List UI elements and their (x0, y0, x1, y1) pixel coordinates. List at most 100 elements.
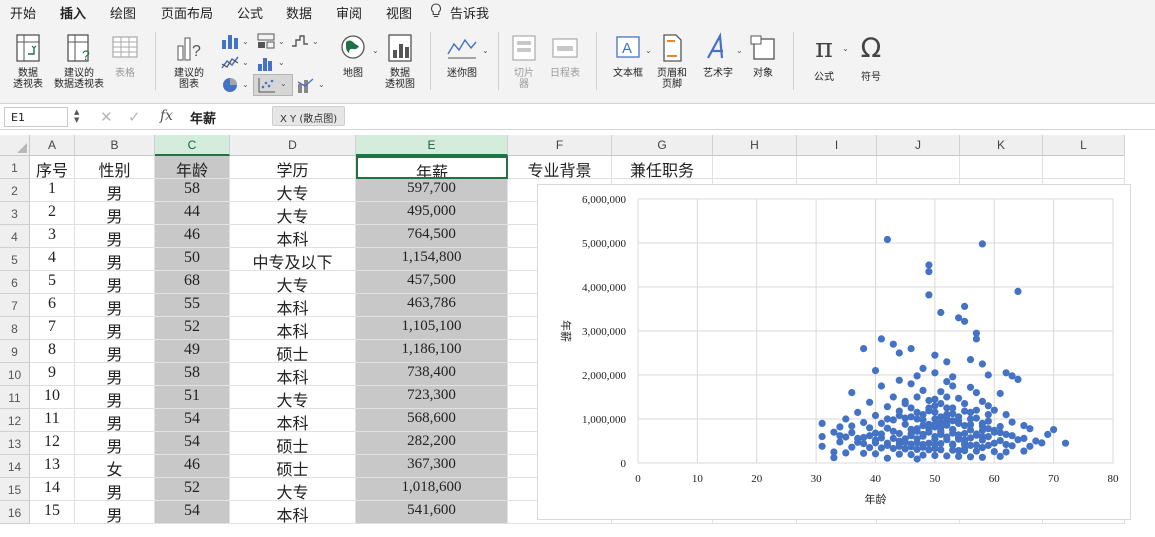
header-footer-button[interactable]: 页眉和 页脚 (654, 32, 690, 90)
chevron-down-icon[interactable]: ⌄ (645, 46, 652, 55)
cell-a2[interactable]: 1 (30, 179, 75, 202)
chevron-down-icon[interactable]: ⌄ (278, 58, 285, 67)
chevron-down-icon[interactable]: ⌄ (372, 46, 379, 55)
cell-k1[interactable] (960, 156, 1043, 179)
hierarchy-chart-icon[interactable] (256, 32, 276, 50)
column-header-i[interactable]: I (797, 135, 877, 156)
cell-a10[interactable]: 9 (30, 363, 75, 386)
column-header-a[interactable]: A (30, 135, 75, 156)
cell-c14[interactable]: 46 (155, 455, 230, 478)
cell-d12[interactable]: 本科 (230, 409, 356, 432)
cell-c5[interactable]: 50 (155, 248, 230, 271)
cell-a13[interactable]: 12 (30, 432, 75, 455)
column-header-l[interactable]: L (1043, 135, 1125, 156)
cell-a15[interactable]: 14 (30, 478, 75, 501)
cell-a11[interactable]: 10 (30, 386, 75, 409)
cell-d10[interactable]: 本科 (230, 363, 356, 386)
slicer-button[interactable]: 切片 器 (506, 32, 542, 90)
scatter-chart[interactable]: 0 1,000,000 2,000,000 3,000,000 4,000,000 5,0… (537, 184, 1131, 520)
cell-b11[interactable]: 男 (75, 386, 155, 409)
cell-d7[interactable]: 本科 (230, 294, 356, 317)
cell-h1[interactable] (713, 156, 797, 179)
equation-button[interactable]: π 公式 (804, 32, 844, 83)
cell-a3[interactable]: 2 (30, 202, 75, 225)
cell-a14[interactable]: 13 (30, 455, 75, 478)
cell-c16[interactable]: 54 (155, 501, 230, 524)
tab-home[interactable]: 开始 (10, 3, 36, 22)
chevron-down-icon[interactable]: ⌄ (278, 37, 285, 46)
row-header-14[interactable]: 14 (0, 455, 30, 478)
row-header-7[interactable]: 7 (0, 294, 30, 317)
cell-d1[interactable]: 学历 (230, 156, 356, 179)
cell-e5[interactable]: 1,154,800 (356, 248, 508, 271)
tab-page-layout[interactable]: 页面布局 (161, 3, 213, 22)
cell-j1[interactable] (877, 156, 960, 179)
cell-a6[interactable]: 5 (30, 271, 75, 294)
cell-e1[interactable]: 年薪 (356, 156, 508, 179)
cell-i1[interactable] (797, 156, 877, 179)
cell-b4[interactable]: 男 (75, 225, 155, 248)
enter-icon[interactable]: ✓ (128, 108, 141, 126)
column-header-f[interactable]: F (508, 135, 612, 156)
cell-e14[interactable]: 367,300 (356, 455, 508, 478)
statistic-chart-icon[interactable] (256, 54, 276, 72)
cell-d9[interactable]: 硕士 (230, 340, 356, 363)
cell-d5[interactable]: 中专及以下 (230, 248, 356, 271)
cell-e8[interactable]: 1,105,100 (356, 317, 508, 340)
cell-c4[interactable]: 46 (155, 225, 230, 248)
row-header-8[interactable]: 8 (0, 317, 30, 340)
cell-d13[interactable]: 硕士 (230, 432, 356, 455)
tab-draw[interactable]: 绘图 (110, 3, 136, 22)
cell-e6[interactable]: 457,500 (356, 271, 508, 294)
cell-b13[interactable]: 男 (75, 432, 155, 455)
cell-d11[interactable]: 大专 (230, 386, 356, 409)
table-button[interactable]: 表格 (108, 32, 142, 79)
waterfall-chart-icon[interactable] (290, 32, 310, 50)
column-chart-icon[interactable] (220, 32, 240, 50)
chevron-down-icon[interactable]: ⌄ (242, 58, 249, 67)
cell-b1[interactable]: 性别 (75, 156, 155, 179)
cell-g1[interactable]: 兼任职务 (612, 156, 713, 179)
column-header-d[interactable]: D (230, 135, 356, 156)
chevron-down-icon[interactable]: ⌄ (736, 46, 743, 55)
row-header-11[interactable]: 11 (0, 386, 30, 409)
cell-c10[interactable]: 58 (155, 363, 230, 386)
cell-e16[interactable]: 541,600 (356, 501, 508, 524)
row-header-2[interactable]: 2 (0, 179, 30, 202)
column-header-b[interactable]: B (75, 135, 155, 156)
formula-input[interactable]: 年薪 (190, 108, 216, 127)
cell-d3[interactable]: 大专 (230, 202, 356, 225)
cell-d16[interactable]: 本科 (230, 501, 356, 524)
cell-c3[interactable]: 44 (155, 202, 230, 225)
symbol-button[interactable]: Ω 符号 (852, 32, 890, 83)
cell-c7[interactable]: 55 (155, 294, 230, 317)
column-header-c[interactable]: C (155, 135, 230, 156)
cell-c8[interactable]: 52 (155, 317, 230, 340)
sparklines-button[interactable]: 迷你图 (440, 32, 484, 79)
map-button[interactable]: 地图 (333, 32, 373, 79)
row-header-6[interactable]: 6 (0, 271, 30, 294)
cell-e2[interactable]: 597,700 (356, 179, 508, 202)
cell-e3[interactable]: 495,000 (356, 202, 508, 225)
row-header-16[interactable]: 16 (0, 501, 30, 524)
wordart-button[interactable]: 艺术字 (698, 32, 738, 79)
cell-a5[interactable]: 4 (30, 248, 75, 271)
cell-a12[interactable]: 11 (30, 409, 75, 432)
cell-d2[interactable]: 大专 (230, 179, 356, 202)
cell-c15[interactable]: 52 (155, 478, 230, 501)
cell-f1[interactable]: 专业背景 (508, 156, 612, 179)
cell-b14[interactable]: 女 (75, 455, 155, 478)
cell-e7[interactable]: 463,786 (356, 294, 508, 317)
timeline-button[interactable]: 日程表 (546, 32, 584, 79)
chevron-down-icon[interactable]: ⌄ (242, 37, 249, 46)
insert-function-button[interactable]: fx (160, 108, 173, 124)
cell-a1[interactable]: 序号 (30, 156, 75, 179)
chevron-down-icon[interactable]: ⌄ (318, 80, 325, 89)
row-header-12[interactable]: 12 (0, 409, 30, 432)
cell-b5[interactable]: 男 (75, 248, 155, 271)
column-header-e[interactable]: E (356, 135, 508, 156)
cell-e10[interactable]: 738,400 (356, 363, 508, 386)
chevron-down-icon[interactable]: ⌄ (242, 80, 249, 89)
pie-chart-icon[interactable] (220, 76, 240, 94)
row-header-5[interactable]: 5 (0, 248, 30, 271)
